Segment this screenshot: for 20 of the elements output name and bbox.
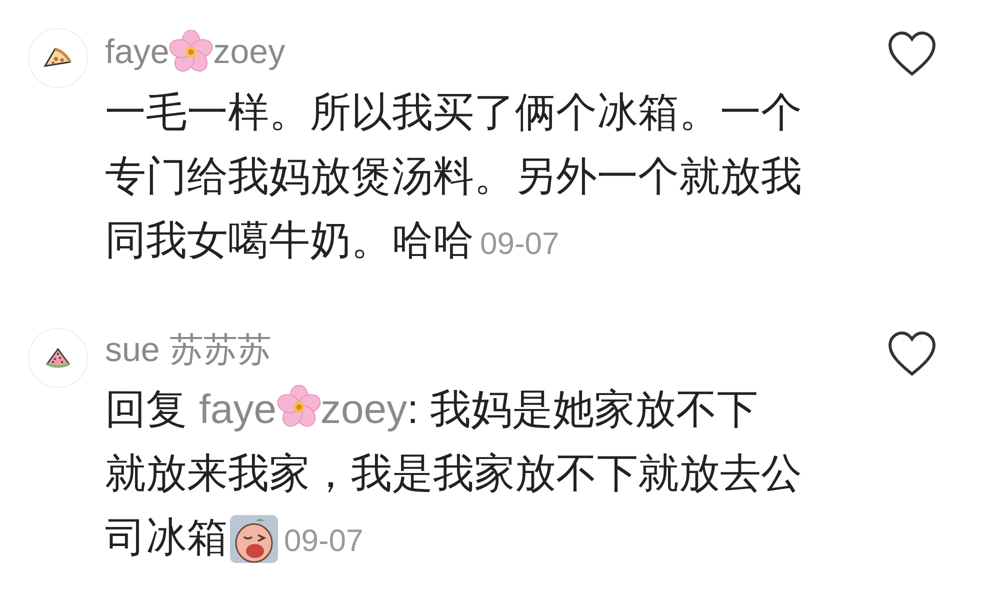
avatar[interactable] — [28, 28, 88, 88]
author-name[interactable]: faye zoey — [105, 30, 286, 74]
comment-date: 09-07 — [480, 225, 560, 263]
author-name[interactable]: sue 苏苏苏 — [105, 330, 272, 371]
heart-icon[interactable] — [887, 330, 937, 378]
comment-text: 专门给我妈放煲汤料。另外一个就放我 — [105, 152, 802, 201]
comment-text: 同我女噶牛奶。哈哈 — [105, 216, 474, 265]
comment-date: 09-07 — [284, 522, 364, 560]
watermelon-icon — [45, 347, 71, 369]
pizza-icon — [43, 46, 73, 70]
flower-icon — [276, 384, 320, 429]
comment-text: : 我妈是她家放不下 — [407, 384, 758, 434]
reply-label: 回复 — [105, 384, 187, 434]
comment-text: 一毛一样。所以我买了俩个冰箱。一个 — [105, 88, 802, 137]
comment-text: 就放来我家，我是我家放不下就放去公 — [105, 448, 802, 498]
flower-icon — [169, 30, 214, 74]
mention-link[interactable]: faye zoey — [199, 376, 408, 441]
avatar[interactable] — [28, 328, 88, 388]
comment-text: 司冰箱 — [105, 512, 228, 562]
heart-icon[interactable] — [887, 30, 937, 78]
